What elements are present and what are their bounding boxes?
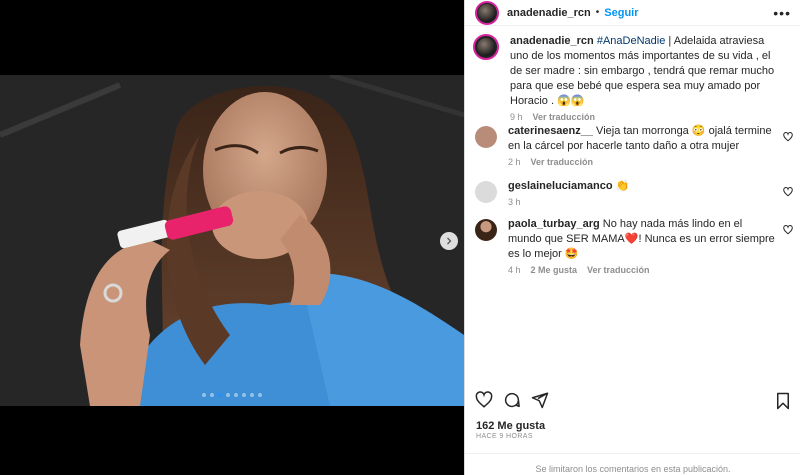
commenter-avatar[interactable]	[475, 126, 497, 148]
commenter-username[interactable]: caterinesaenz__	[508, 125, 593, 137]
likes-count[interactable]: 162 Me gusta	[476, 420, 545, 432]
carousel-dots	[0, 393, 464, 397]
post-header: anadenadie_rcn • Seguir •••	[465, 0, 800, 26]
comment-meta: 4 h 2 Me gusta Ver traducción	[508, 265, 776, 275]
media-panel	[0, 0, 464, 475]
comment-item: caterinesaenz__ Vieja tan morronga 😳 oja…	[465, 124, 800, 179]
carousel-next-button[interactable]	[440, 232, 458, 250]
follow-button[interactable]: Seguir	[604, 7, 638, 19]
comment-likes-link[interactable]: 2 Me gusta	[531, 265, 578, 275]
carousel-dot	[210, 393, 214, 397]
carousel-dot	[258, 393, 262, 397]
author-username[interactable]: anadenadie_rcn	[507, 7, 591, 19]
separator: •	[595, 7, 600, 18]
carousel-dot	[202, 393, 206, 397]
comment-body: 👏	[612, 180, 630, 192]
commenter-username[interactable]: paola_turbay_arg	[508, 218, 600, 230]
caption-username[interactable]: anadenadie_rcn	[510, 35, 594, 47]
instagram-post-modal: anadenadie_rcn • Seguir ••• anadenadie_r…	[0, 0, 800, 475]
comments-limited-notice: Se limitaron los comentarios en esta pub…	[465, 453, 800, 475]
comment-time: 4 h	[508, 265, 521, 275]
caption-hashtag[interactable]: #AnaDeNadie	[597, 35, 666, 47]
commenter-avatar[interactable]	[475, 219, 497, 241]
comment-text: paola_turbay_arg No hay nada más lindo e…	[508, 217, 776, 262]
photo-illustration	[0, 75, 464, 406]
comment-like-icon[interactable]	[783, 187, 793, 197]
comment-text: geslaineluciamanco 👏	[508, 179, 776, 194]
carousel-dot	[242, 393, 246, 397]
author-avatar[interactable]	[475, 0, 499, 25]
post-timestamp: HACE 9 HORAS	[476, 433, 533, 440]
carousel-dot	[250, 393, 254, 397]
caption-time: 9 h	[510, 112, 523, 122]
comment-item: geslaineluciamanco 👏 3 h	[465, 179, 800, 217]
carousel-dot	[226, 393, 230, 397]
comment-bubble-icon[interactable]	[503, 391, 521, 409]
post-photo	[0, 75, 464, 406]
caption-text: anadenadie_rcn #AnaDeNadie | Adelaida at…	[510, 34, 778, 109]
caption-meta: 9 h Ver traducción	[510, 112, 778, 122]
comment-time: 2 h	[508, 157, 521, 167]
share-send-icon[interactable]	[531, 391, 549, 409]
comment-text: caterinesaenz__ Vieja tan morronga 😳 oja…	[508, 124, 776, 154]
comment-item: paola_turbay_arg No hay nada más lindo e…	[465, 217, 800, 275]
comment-translate-link[interactable]: Ver traducción	[531, 157, 594, 167]
caption-author-avatar[interactable]	[473, 34, 499, 60]
action-bar	[465, 388, 800, 412]
carousel-dot	[218, 393, 222, 397]
comment-translate-link[interactable]: Ver traducción	[587, 265, 650, 275]
commenter-username[interactable]: geslaineluciamanco	[508, 180, 613, 192]
like-heart-icon[interactable]	[475, 391, 493, 409]
comment-meta: 2 h Ver traducción	[508, 157, 776, 167]
comments-scroll[interactable]: anadenadie_rcn #AnaDeNadie | Adelaida at…	[465, 34, 800, 379]
comment-meta: 3 h	[508, 197, 776, 207]
comment-time: 3 h	[508, 197, 521, 207]
comment-like-icon[interactable]	[783, 225, 793, 235]
more-options-icon[interactable]: •••	[773, 6, 791, 20]
commenter-avatar[interactable]	[475, 181, 497, 203]
chevron-right-icon	[447, 237, 452, 245]
details-panel: anadenadie_rcn • Seguir ••• anadenadie_r…	[464, 0, 800, 475]
caption: anadenadie_rcn #AnaDeNadie | Adelaida at…	[465, 34, 800, 124]
carousel-dot	[234, 393, 238, 397]
caption-translate-link[interactable]: Ver traducción	[533, 112, 596, 122]
bookmark-save-icon[interactable]	[775, 392, 791, 410]
comment-like-icon[interactable]	[783, 132, 793, 142]
